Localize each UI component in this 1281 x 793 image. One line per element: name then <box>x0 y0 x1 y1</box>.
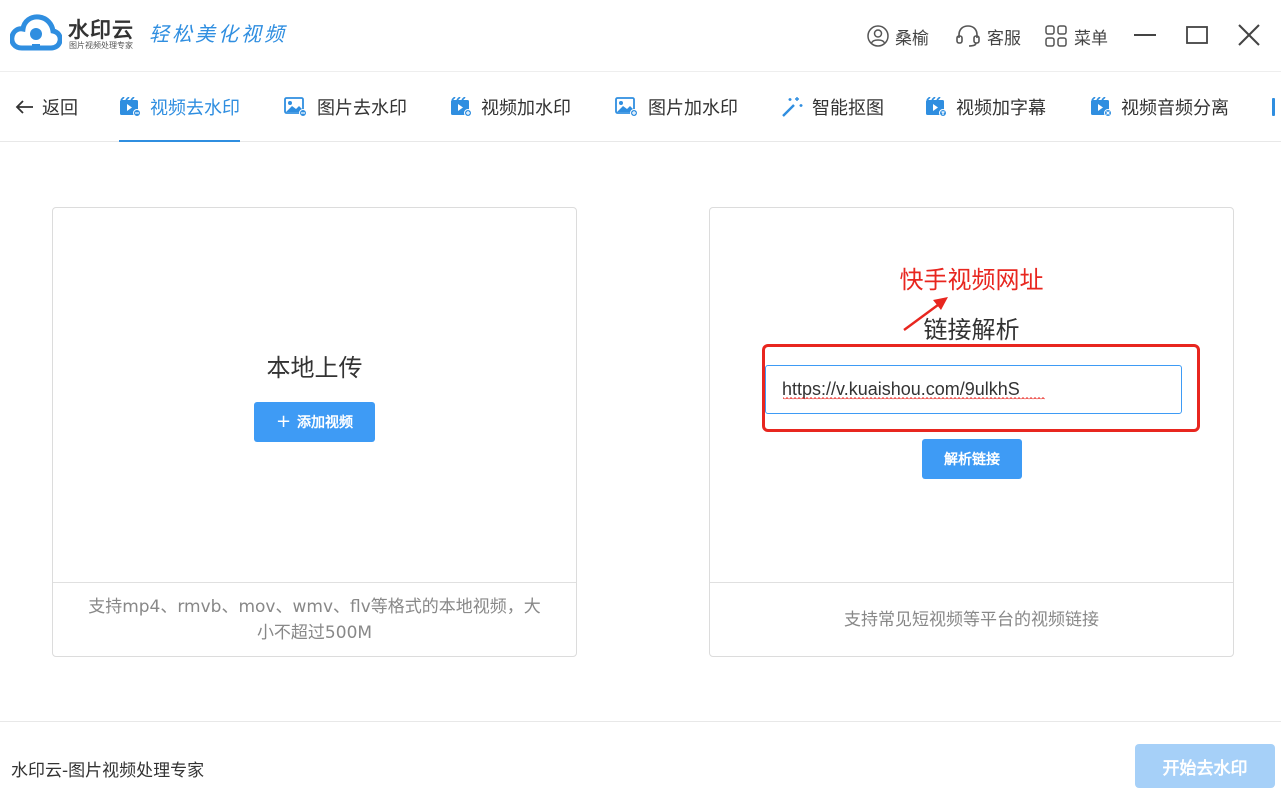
tab-label: 视频去水印 <box>150 98 240 119</box>
local-upload-panel: 本地上传 + 添加视频 支持mp4、rmvb、mov、wmv、flv等格式的本地… <box>52 207 577 657</box>
annotation-label: 快手视频网址 <box>899 266 1044 294</box>
close-icon <box>1238 24 1260 46</box>
start-remove-watermark-button[interactable]: 开始去水印 <box>1135 744 1275 788</box>
headset-icon <box>956 25 980 47</box>
tab-image-add-watermark[interactable]: 图片加水印 <box>615 72 738 142</box>
customer-service-label: 客服 <box>987 28 1021 49</box>
tab-image-remove-watermark[interactable]: 图片去水印 <box>284 72 407 142</box>
menu-label: 菜单 <box>1074 28 1108 49</box>
customer-service-button[interactable]: 客服 <box>955 22 1021 50</box>
tab-label: 图片去水印 <box>317 98 407 119</box>
close-button[interactable] <box>1234 20 1264 50</box>
minimize-icon <box>1134 34 1156 36</box>
add-video-button[interactable]: + 添加视频 <box>254 402 375 442</box>
title-bar: 水印云 图片视频处理专家 轻松美化视频 桑榆 客服 菜单 <box>0 0 1281 72</box>
maximize-button[interactable] <box>1182 20 1212 50</box>
link-parse-title: 链接解析 <box>923 316 1020 344</box>
user-account[interactable]: 桑榆 <box>867 22 929 50</box>
menu-button[interactable]: 菜单 <box>1044 22 1108 50</box>
link-parse-panel: 快手视频网址 链接解析 解析链接 支持常见短视频等平台的视频链接 <box>709 207 1234 657</box>
image-add-watermark-icon <box>615 97 638 117</box>
back-button[interactable]: 返回 <box>14 72 78 142</box>
spellcheck-underline <box>783 397 1045 400</box>
arrow-left-icon <box>15 100 33 114</box>
tab-video-remove-watermark[interactable]: 视频去水印 <box>119 72 240 142</box>
tab-label: 视频加水印 <box>481 98 571 119</box>
user-name: 桑榆 <box>895 28 929 49</box>
tab-video-subtitle[interactable]: 视频加字幕 <box>925 72 1046 142</box>
parse-link-label: 解析链接 <box>944 452 1000 468</box>
tab-overflow-indicator <box>1272 98 1275 116</box>
tab-video-add-watermark[interactable]: 视频加水印 <box>450 72 571 142</box>
cloud-logo-icon <box>9 12 63 52</box>
image-remove-watermark-icon <box>284 97 307 117</box>
add-video-label: 添加视频 <box>297 415 354 431</box>
tab-label: 视频音频分离 <box>1121 98 1229 119</box>
tab-video-audio-split[interactable]: 视频音频分离 <box>1090 72 1229 142</box>
maximize-icon <box>1186 26 1208 44</box>
footer-brand-text: 水印云-图片视频处理专家 <box>11 761 205 781</box>
parse-link-button[interactable]: 解析链接 <box>922 439 1022 479</box>
tab-label: 图片加水印 <box>648 98 738 119</box>
video-add-watermark-icon <box>451 97 472 117</box>
link-parse-hint: 支持常见短视频等平台的视频链接 <box>710 582 1233 656</box>
start-button-label: 开始去水印 <box>1162 758 1248 779</box>
magic-wand-icon <box>782 97 803 117</box>
video-remove-watermark-icon <box>120 97 141 117</box>
plus-icon: + <box>275 411 292 432</box>
local-upload-title: 本地上传 <box>266 354 363 382</box>
app-subtitle: 图片视频处理专家 <box>69 41 133 50</box>
video-audio-split-icon <box>1091 97 1112 117</box>
local-upload-hint: 支持mp4、rmvb、mov、wmv、flv等格式的本地视频，大小不超过500M <box>53 582 576 656</box>
tab-label: 视频加字幕 <box>956 98 1046 119</box>
feature-tab-bar: 返回 视频去水印 图片去水印 视频加水印 图片加水印 智能抠图 视频加字幕 视频… <box>0 72 1281 142</box>
bottom-bar: 水印云-图片视频处理专家 开始去水印 <box>0 721 1281 793</box>
tab-label: 智能抠图 <box>812 98 884 119</box>
grid-menu-icon <box>1045 25 1067 47</box>
minimize-button[interactable] <box>1130 20 1160 50</box>
back-label: 返回 <box>42 98 78 119</box>
user-icon <box>867 25 889 47</box>
video-url-input[interactable] <box>765 365 1182 414</box>
video-subtitle-icon <box>926 97 947 117</box>
app-slogan: 轻松美化视频 <box>149 22 287 46</box>
tab-smart-cutout[interactable]: 智能抠图 <box>781 72 884 142</box>
